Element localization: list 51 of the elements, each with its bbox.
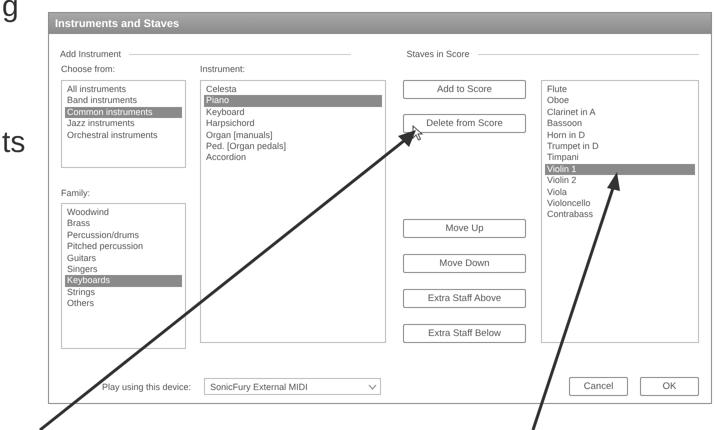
list-item[interactable]: Singers [65,264,182,276]
list-item[interactable]: Strings [65,286,182,298]
list-item[interactable]: Jazz instruments [65,118,182,130]
action-button[interactable]: Move Up [403,219,526,238]
dialog-button[interactable]: Cancel [569,377,628,396]
field-label: Family: [61,188,91,198]
list-item[interactable]: Violoncello [545,198,695,210]
list-item[interactable]: Percussion/drums [65,230,182,242]
list-box[interactable]: All instruments Band instruments Common instruments Jazz instruments Orchestral instruments [61,80,186,168]
action-button[interactable]: Extra Staff Above [403,289,526,308]
list-item[interactable]: Clarinet in A [545,106,695,118]
group-label: Add Instrument [60,49,122,59]
list-item[interactable]: Bassoon [545,118,695,130]
list-item[interactable]: Timpani [545,152,695,164]
list-item[interactable]: Horn in D [545,130,695,142]
page-text: g [2,0,19,22]
list-item[interactable]: Violin 2 [545,175,695,187]
list-item[interactable]: Guitars [65,252,182,264]
list-item[interactable]: Orchestral instruments [65,130,182,142]
field-label: Choose from: [61,64,116,74]
device-dropdown[interactable]: SonicFury External MIDI [204,378,382,395]
list-item[interactable]: Accordion [204,152,382,164]
action-button[interactable]: Extra Staff Below [403,324,526,343]
list-item[interactable]: Band instruments [65,95,182,107]
list-item[interactable]: Woodwind [65,207,182,218]
group-label: Staves in Score [406,49,470,59]
list-item[interactable]: Ped. [Organ pedals] [204,141,382,152]
list-box[interactable]: Celesta Piano Keyboard Harpsichord Organ [manuals] Ped. [Organ pedals] Accordion [200,80,386,343]
list-box[interactable]: Flute Oboe Clarinet in A Bassoon Horn in D Trumpet in D Timpani Violin 1 Violin 2 Viola Violoncello Contrabass [541,80,699,343]
list-item[interactable]: Celesta [204,84,382,96]
field-label: Play using this device: [102,382,192,392]
list-item[interactable]: Flute [545,84,695,96]
list-item[interactable]: All instruments [65,84,182,96]
field-label: Instrument: [200,64,246,74]
chevron-down-icon [368,384,378,390]
action-button[interactable]: Add to Score [403,80,526,99]
list-item[interactable]: Others [65,298,182,310]
list-item[interactable]: Harpsichord [204,118,382,130]
action-button[interactable]: Move Down [403,254,526,273]
list-item[interactable]: Viola [545,186,695,198]
list-item[interactable]: Oboe [545,95,695,107]
window-title: Instruments and Staves [55,18,180,30]
list-box[interactable]: Woodwind Brass Percussion/drums Pitched percussion Guitars Singers Keyboards Strings Others [61,203,186,349]
list-item[interactable]: Trumpet in D [545,141,695,152]
list-item[interactable]: Keyboard [204,106,382,118]
page-text: ts [2,128,26,158]
list-item[interactable]: Contrabass [545,209,695,221]
list-item[interactable]: Organ [manuals] [204,130,382,142]
dialog-button[interactable]: OK [640,377,699,396]
list-item[interactable]: Brass [65,218,182,230]
list-item[interactable]: Pitched percussion [65,241,182,253]
